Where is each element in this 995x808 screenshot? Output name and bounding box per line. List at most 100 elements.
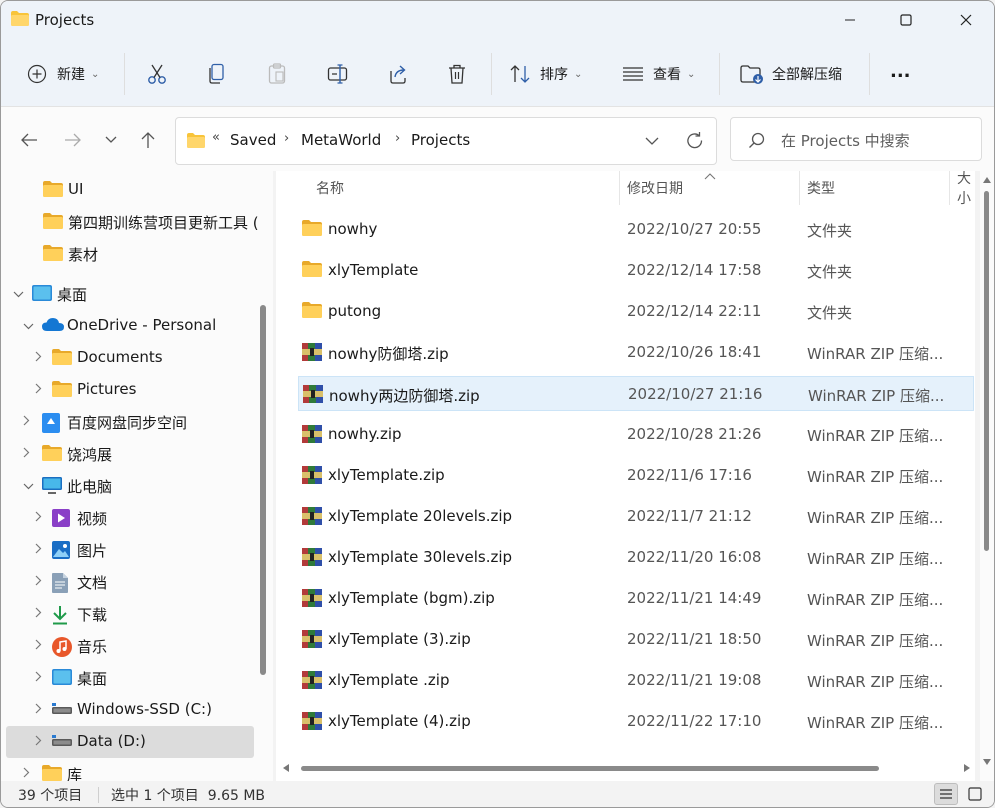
sidebar-item[interactable]: 此电脑 xyxy=(1,470,261,502)
chevron-right-icon[interactable] xyxy=(35,511,42,525)
chevron-down-icon[interactable] xyxy=(23,479,34,493)
chevron-right-icon[interactable] xyxy=(35,383,42,397)
search-input[interactable]: 在 Projects 中搜索 xyxy=(781,130,910,151)
computer-icon xyxy=(42,477,62,499)
tiles-view-button[interactable] xyxy=(963,783,987,805)
sidebar-item[interactable]: Data (D:) xyxy=(6,726,254,758)
file-row[interactable]: xlyTemplate (4).zip 2022/11/22 17:10 WinRA… xyxy=(298,704,974,739)
column-header-date[interactable]: 修改日期 xyxy=(627,171,683,205)
recent-locations-button[interactable] xyxy=(99,129,123,151)
title-bar: Projects xyxy=(1,1,994,41)
sidebar-item[interactable]: 饶鸿展 xyxy=(1,438,261,470)
share-button[interactable] xyxy=(387,59,409,89)
chevron-right-icon[interactable] xyxy=(35,607,42,621)
sidebar-item[interactable]: 第四期训练营项目更新工具 ( xyxy=(1,206,261,238)
new-button[interactable]: 新建 ⌄ xyxy=(27,59,99,89)
picture-icon xyxy=(52,541,70,563)
column-divider[interactable] xyxy=(799,171,800,205)
file-row[interactable]: xlyTemplate 20levels.zip 2022/11/7 21:12 W… xyxy=(298,499,974,534)
sidebar-item[interactable]: 百度网盘同步空间 xyxy=(1,406,261,438)
back-button[interactable] xyxy=(17,129,41,151)
address-bar[interactable]: « Saved › MetaWorld › Projects xyxy=(175,117,717,165)
more-options-button[interactable]: ... xyxy=(890,56,911,86)
file-row[interactable]: xlyTemplate.zip 2022/11/6 17:16 WinRAR ZIP… xyxy=(298,458,974,493)
breadcrumb-chevron-icon[interactable]: › xyxy=(284,131,289,146)
chevron-right-icon[interactable] xyxy=(35,639,42,653)
column-divider[interactable] xyxy=(949,171,950,205)
sidebar-item[interactable]: 视频 xyxy=(1,502,261,534)
chevron-down-icon[interactable] xyxy=(645,137,659,146)
file-row[interactable]: nowhy两边防御塔.zip 2022/10/27 21:16 WinRAR ZIP… xyxy=(298,376,974,411)
sidebar-item[interactable]: UI xyxy=(1,174,261,206)
chevron-right-icon[interactable] xyxy=(23,447,30,461)
file-row[interactable]: nowhy.zip 2022/10/28 21:26 WinRAR ZIP 压缩..… xyxy=(298,417,974,452)
breadcrumb-saved[interactable]: Saved xyxy=(230,131,276,149)
column-header-name[interactable]: 名称 xyxy=(316,171,344,205)
scroll-down-icon[interactable] xyxy=(983,759,991,765)
breadcrumb-chevron-icon[interactable]: › xyxy=(395,131,400,146)
sidebar-item[interactable]: 桌面 xyxy=(1,662,261,694)
sidebar-item[interactable]: Windows-SSD (C:) xyxy=(1,694,261,726)
file-row[interactable]: xlyTemplate (3).zip 2022/11/21 18:50 WinRA… xyxy=(298,622,974,657)
refresh-icon[interactable] xyxy=(685,131,705,151)
chevron-right-icon[interactable] xyxy=(23,415,30,429)
scroll-left-icon[interactable] xyxy=(283,764,289,772)
rename-button[interactable] xyxy=(327,59,349,89)
close-button[interactable] xyxy=(943,1,989,39)
sort-button[interactable]: 排序 ⌄ xyxy=(509,59,582,89)
chevron-right-icon[interactable] xyxy=(35,735,42,749)
sidebar-scrollbar[interactable] xyxy=(260,305,266,675)
chevron-down-icon[interactable] xyxy=(23,319,34,333)
maximize-button[interactable] xyxy=(883,1,929,39)
file-row[interactable]: putong 2022/12/14 22:11 文件夹 xyxy=(298,294,974,329)
chevron-right-icon[interactable] xyxy=(35,671,42,685)
sidebar-item[interactable]: 音乐 xyxy=(1,630,261,662)
file-row[interactable]: xlyTemplate .zip 2022/11/21 19:08 WinRAR Z… xyxy=(298,663,974,698)
column-divider[interactable] xyxy=(619,171,620,205)
sidebar-item[interactable]: 库 xyxy=(1,758,261,781)
file-list-horizontal-scrollbar[interactable] xyxy=(301,766,879,771)
file-row[interactable]: xlyTemplate 30levels.zip 2022/11/20 16:08… xyxy=(298,540,974,575)
breadcrumb-metaworld[interactable]: MetaWorld xyxy=(301,131,381,149)
file-row[interactable]: xlyTemplate (bgm).zip 2022/11/21 14:49 Win… xyxy=(298,581,974,616)
minimize-button[interactable] xyxy=(827,1,873,39)
forward-button[interactable] xyxy=(61,129,85,151)
sidebar-item[interactable]: 下载 xyxy=(1,598,261,630)
chevron-right-icon[interactable] xyxy=(35,351,42,365)
chevron-down-icon[interactable] xyxy=(13,287,24,301)
up-button[interactable] xyxy=(136,129,160,151)
scrollbar-thumb[interactable] xyxy=(984,191,989,551)
file-list-vertical-scrollbar[interactable] xyxy=(980,171,994,781)
chevron-right-icon[interactable] xyxy=(23,767,30,781)
breadcrumb-overflow[interactable]: « xyxy=(212,130,220,145)
scroll-right-icon[interactable] xyxy=(964,764,970,772)
file-row[interactable]: nowhy防御塔.zip 2022/10/26 18:41 WinRAR ZIP 压… xyxy=(298,335,974,370)
cut-button[interactable] xyxy=(147,59,167,89)
sidebar-item[interactable]: 文档 xyxy=(1,566,261,598)
sidebar-item[interactable]: OneDrive - Personal xyxy=(1,310,261,342)
file-row[interactable]: xlyTemplate 2022/12/14 17:58 文件夹 xyxy=(298,253,974,288)
sidebar-item[interactable]: 桌面 xyxy=(1,278,261,310)
scroll-up-icon[interactable] xyxy=(983,177,991,183)
breadcrumb-projects[interactable]: Projects xyxy=(411,131,470,149)
sidebar-item[interactable]: Documents xyxy=(1,342,261,374)
extract-all-button[interactable]: 全部解压缩 xyxy=(740,59,842,89)
delete-button[interactable] xyxy=(447,59,467,89)
sidebar-item[interactable]: Pictures xyxy=(1,374,261,406)
sidebar-item[interactable]: 素材 xyxy=(1,238,261,270)
column-header-size[interactable]: 大小 xyxy=(957,171,975,205)
chevron-right-icon[interactable] xyxy=(35,703,42,717)
column-header-type[interactable]: 类型 xyxy=(807,171,835,205)
chevron-right-icon[interactable] xyxy=(35,543,42,557)
view-button[interactable]: 查看 ⌄ xyxy=(622,59,695,89)
search-box[interactable]: 在 Projects 中搜索 xyxy=(730,117,982,161)
chevron-right-icon[interactable] xyxy=(35,575,42,589)
minimize-icon xyxy=(845,19,855,21)
paste-button[interactable] xyxy=(267,59,287,89)
folder-icon xyxy=(52,349,72,369)
details-view-button[interactable] xyxy=(934,783,958,805)
copy-button[interactable] xyxy=(207,59,227,89)
file-row[interactable]: nowhy 2022/10/27 20:55 文件夹 xyxy=(298,212,974,247)
sidebar-item[interactable]: 图片 xyxy=(1,534,261,566)
toolbar-divider xyxy=(491,53,492,95)
